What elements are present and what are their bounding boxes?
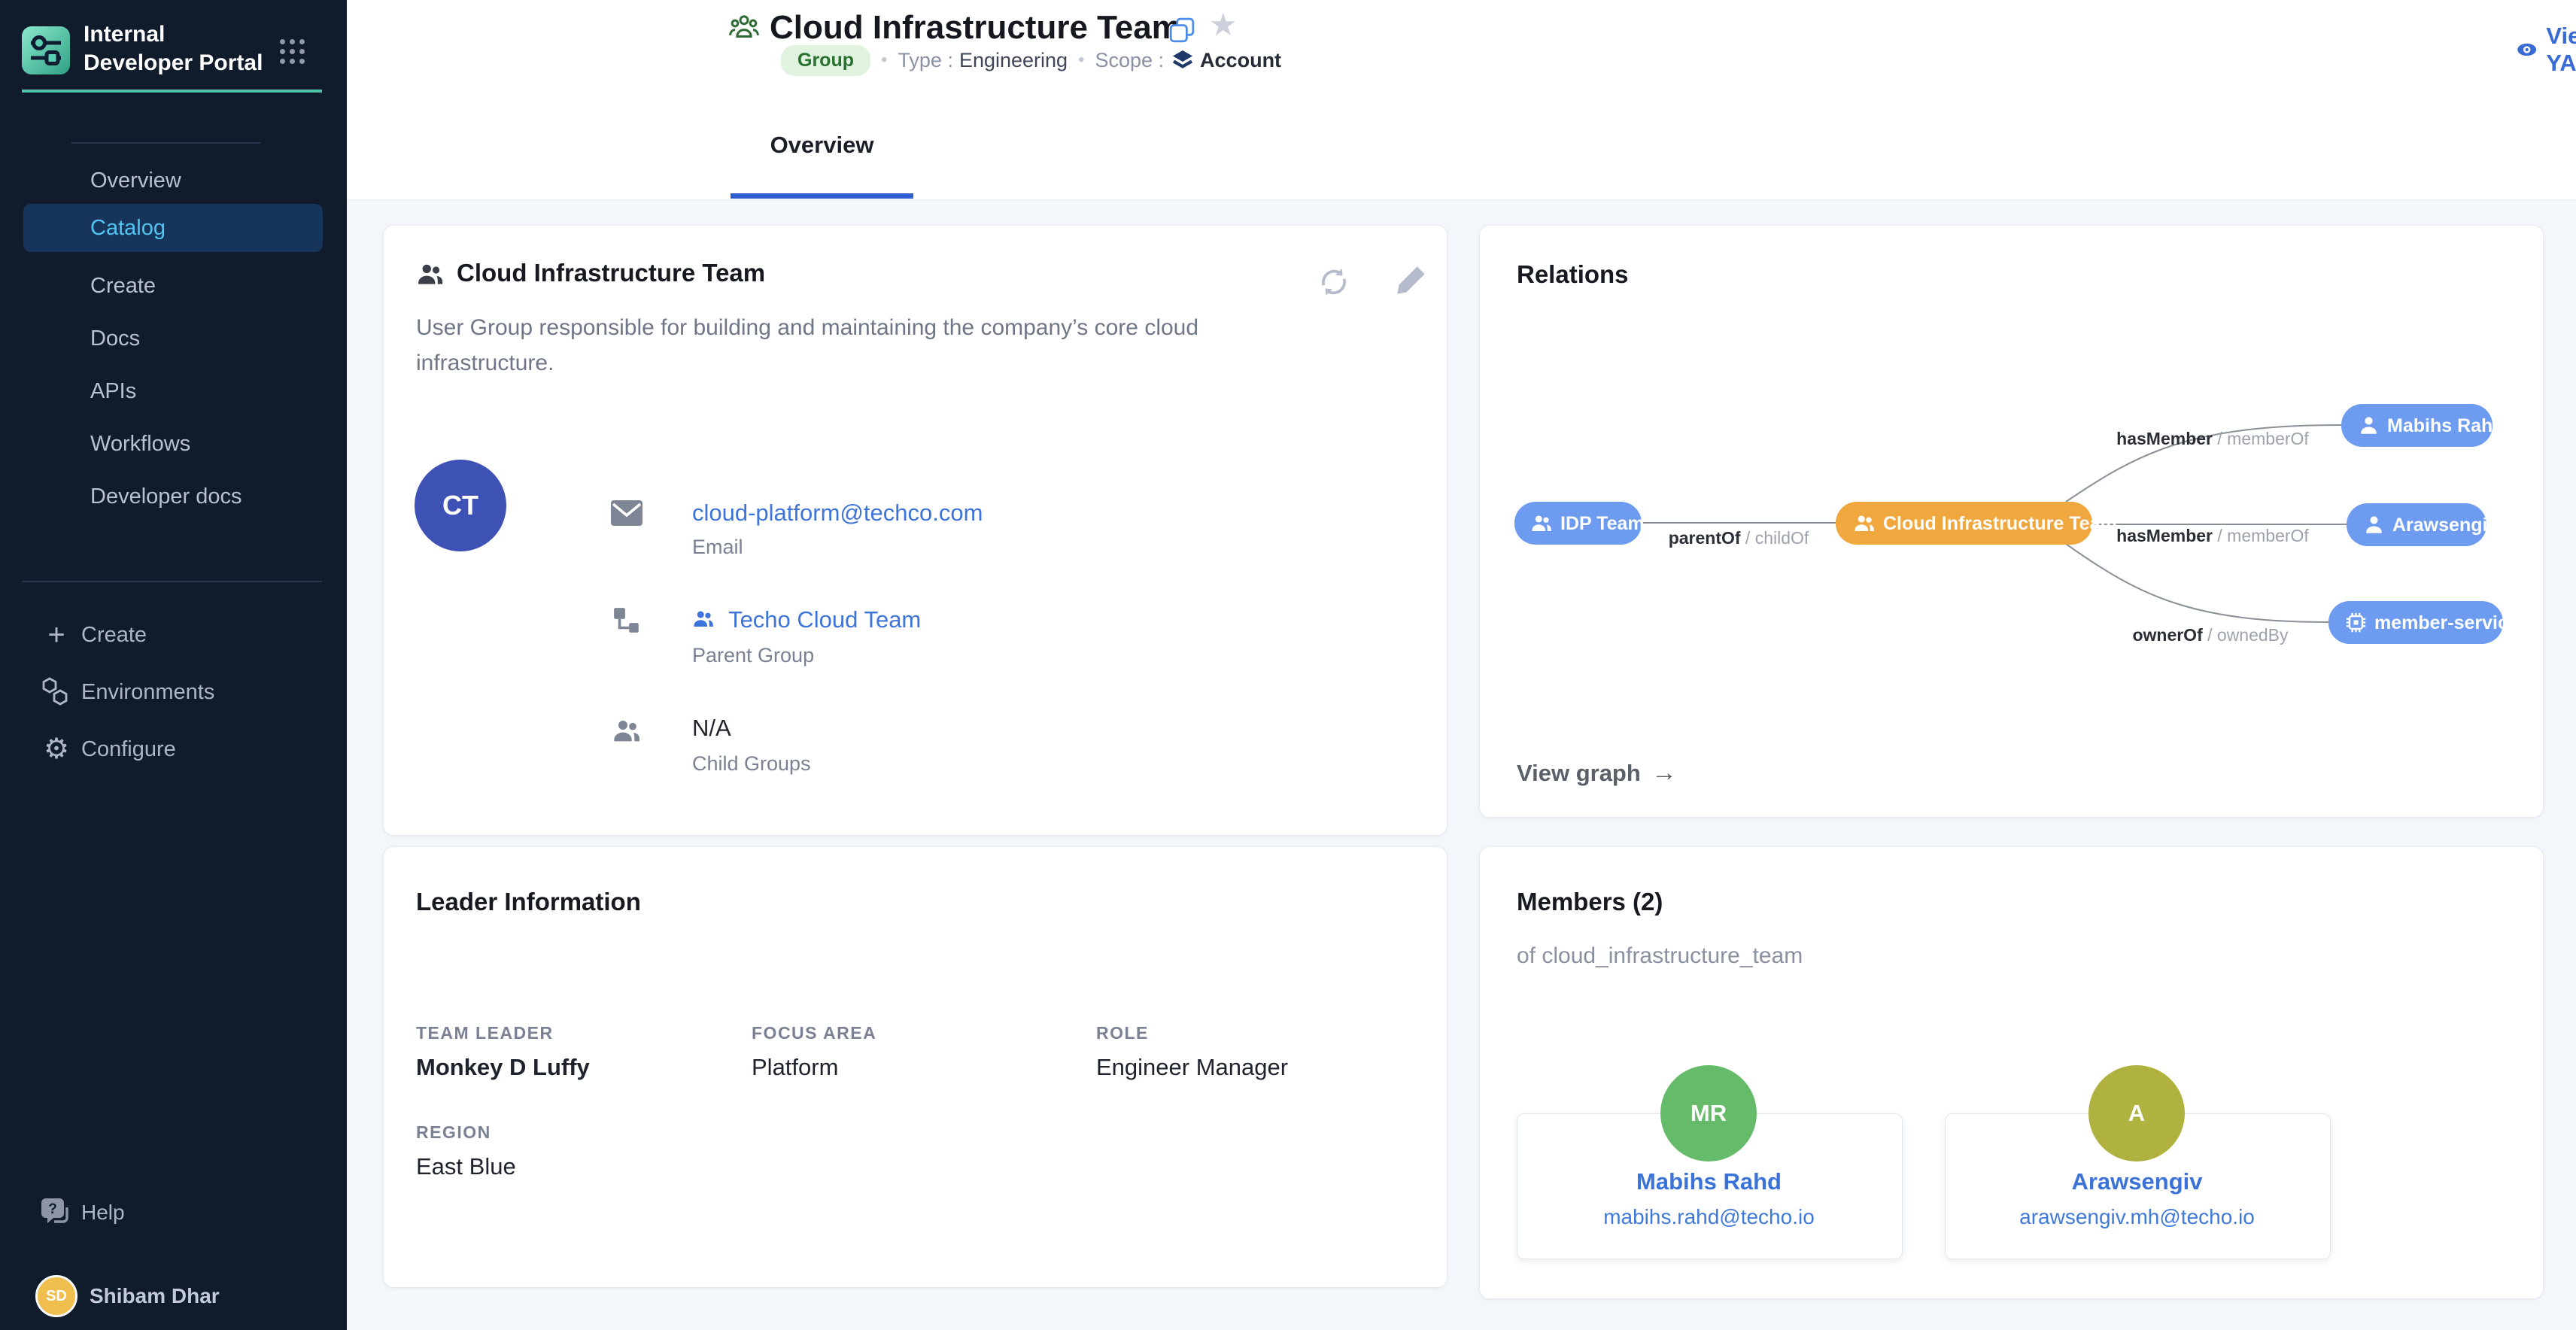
member-avatar: A: [2088, 1065, 2185, 1161]
leader-card-title: Leader Information: [416, 888, 641, 916]
graph-node-mabihs-rahd[interactable]: Mabihs Rahd: [2341, 404, 2505, 447]
hierarchy-icon: [609, 606, 644, 635]
sidebar-item-docs[interactable]: Docs: [23, 314, 323, 363]
field-team-leader: TEAM LEADER Monkey D Luffy: [416, 1023, 590, 1081]
hexagons-icon: [39, 676, 74, 709]
arrow-right-icon: →: [1651, 758, 1677, 788]
sidebar-divider: [71, 142, 260, 144]
member-email-link[interactable]: arawsengiv.mh@techo.io: [1945, 1205, 2329, 1229]
sidebar-item-catalog[interactable]: Catalog: [23, 204, 323, 252]
page-header: Cloud Infrastructure Team ★ Group • Type…: [347, 0, 2576, 93]
gear-icon: ⚙: [39, 734, 74, 764]
user-avatar: SD: [35, 1275, 77, 1317]
email-label: Email: [692, 536, 743, 559]
graph-node-cloud-infrastructure-team[interactable]: Cloud Infrastructure Team: [1836, 502, 2117, 545]
team-email-link[interactable]: cloud-platform@techco.com: [692, 500, 983, 527]
field-focus-area: FOCUS AREA Platform: [752, 1023, 876, 1081]
star-icon[interactable]: ★: [1209, 6, 1238, 43]
svg-text:Arawsengiv: Arawsengiv: [2392, 515, 2498, 536]
child-groups-label: Child Groups: [692, 752, 811, 776]
kind-badge: Group: [781, 45, 870, 76]
sidebar-action-environments[interactable]: Environments: [0, 668, 347, 716]
sidebar-action-configure[interactable]: ⚙ Configure: [0, 725, 347, 773]
team-description: User Group responsible for building and …: [416, 310, 1289, 381]
sidebar-item-apis[interactable]: APIs: [23, 367, 323, 415]
tab-active-indicator: [731, 193, 913, 199]
email-icon: [609, 500, 644, 527]
group-entity-icon: [729, 12, 759, 42]
sidebar-user[interactable]: SD Shibam Dhar: [0, 1271, 347, 1321]
mini-people-icon: [692, 608, 715, 636]
members-title: Members (2): [1517, 888, 1663, 916]
graph-node-idp-team[interactable]: IDP Team: [1514, 502, 1645, 545]
app-switcher-icon[interactable]: [280, 39, 305, 64]
sidebar-item-workflows[interactable]: Workflows: [23, 420, 323, 468]
members-subtitle: of cloud_infrastructure_team: [1517, 943, 1803, 969]
people-icon: [416, 260, 445, 289]
plus-icon: +: [39, 620, 74, 650]
edge-label-ownerof: ownerOf / ownedBy: [2132, 625, 2289, 645]
view-yaml-button[interactable]: View YAML: [2517, 23, 2576, 77]
user-name: Shibam Dhar: [90, 1284, 220, 1308]
member-name-link[interactable]: Arawsengiv: [1945, 1168, 2329, 1195]
type-label: Type :: [898, 49, 953, 72]
dot-separator: •: [1078, 50, 1084, 71]
sidebar-item-create[interactable]: Create: [23, 262, 323, 310]
app-title: Internal Developer Portal: [84, 20, 279, 77]
member-avatar: MR: [1660, 1065, 1757, 1161]
svg-text:IDP Team: IDP Team: [1560, 513, 1645, 534]
dot-separator: •: [881, 50, 887, 71]
app-root: Internal Developer Portal Overview Catal…: [0, 0, 2576, 1330]
graph-node-arawsengiv[interactable]: Arawsengiv: [2347, 503, 2498, 546]
about-card-title: Cloud Infrastructure Team: [457, 259, 765, 287]
type-value: Engineering: [959, 49, 1068, 72]
page-title: Cloud Infrastructure Team: [770, 9, 1181, 47]
graph-node-member-service[interactable]: member-service: [2328, 601, 2519, 644]
app-logo: [22, 26, 70, 74]
layers-icon: [1171, 49, 1194, 71]
field-role: ROLE Engineer Manager: [1096, 1023, 1288, 1081]
sidebar: Internal Developer Portal Overview Catal…: [0, 0, 347, 1330]
member-email-link[interactable]: mabihs.rahd@techo.io: [1517, 1205, 1901, 1229]
svg-text:Cloud Infrastructure Team: Cloud Infrastructure Team: [1883, 513, 2117, 534]
parent-group-label: Parent Group: [692, 644, 814, 667]
parent-group-link[interactable]: Techo Cloud Team: [692, 606, 921, 636]
tab-overview[interactable]: Overview: [731, 92, 913, 199]
view-graph-link[interactable]: View graph →: [1517, 758, 1677, 788]
entity-meta: Group • Type : Engineering • Scope : Acc…: [781, 45, 1281, 75]
svg-text:member-service: member-service: [2374, 612, 2519, 633]
edit-pencil-icon[interactable]: [1395, 263, 1428, 296]
svg-text:Mabihs Rahd: Mabihs Rahd: [2387, 415, 2505, 436]
tab-bar: Overview: [347, 92, 2576, 200]
sidebar-action-create[interactable]: + Create: [0, 611, 347, 659]
question-glyph: ?: [48, 1201, 57, 1217]
sidebar-accent-rule: [22, 90, 322, 93]
field-region: REGION East Blue: [416, 1122, 516, 1180]
help-chat-icon: ?: [39, 1197, 74, 1228]
edge-label-hasmember-1: hasMember / memberOf: [2116, 429, 2309, 448]
people-icon: [609, 716, 644, 746]
edge-label-parentof: parentOf / childOf: [1669, 528, 1809, 548]
edge-label-hasmember-2: hasMember / memberOf: [2116, 526, 2309, 545]
sidebar-item-developer-docs[interactable]: Developer docs: [23, 472, 323, 521]
eye-icon: [2517, 38, 2537, 61]
sidebar-divider: [22, 581, 322, 582]
member-name-link[interactable]: Mabihs Rahd: [1517, 1168, 1901, 1195]
sidebar-help[interactable]: ? Help: [0, 1189, 347, 1237]
scope-value: Account: [1200, 49, 1281, 72]
copy-icon[interactable]: [1168, 17, 1195, 44]
relations-graph[interactable]: parentOf / childOf hasMember / memberOf …: [1479, 225, 2542, 816]
team-avatar: CT: [415, 460, 506, 551]
sidebar-item-overview[interactable]: Overview: [23, 156, 323, 205]
refresh-icon[interactable]: [1317, 265, 1351, 299]
child-groups-value: N/A: [692, 715, 731, 742]
scope-label: Scope :: [1095, 49, 1164, 72]
